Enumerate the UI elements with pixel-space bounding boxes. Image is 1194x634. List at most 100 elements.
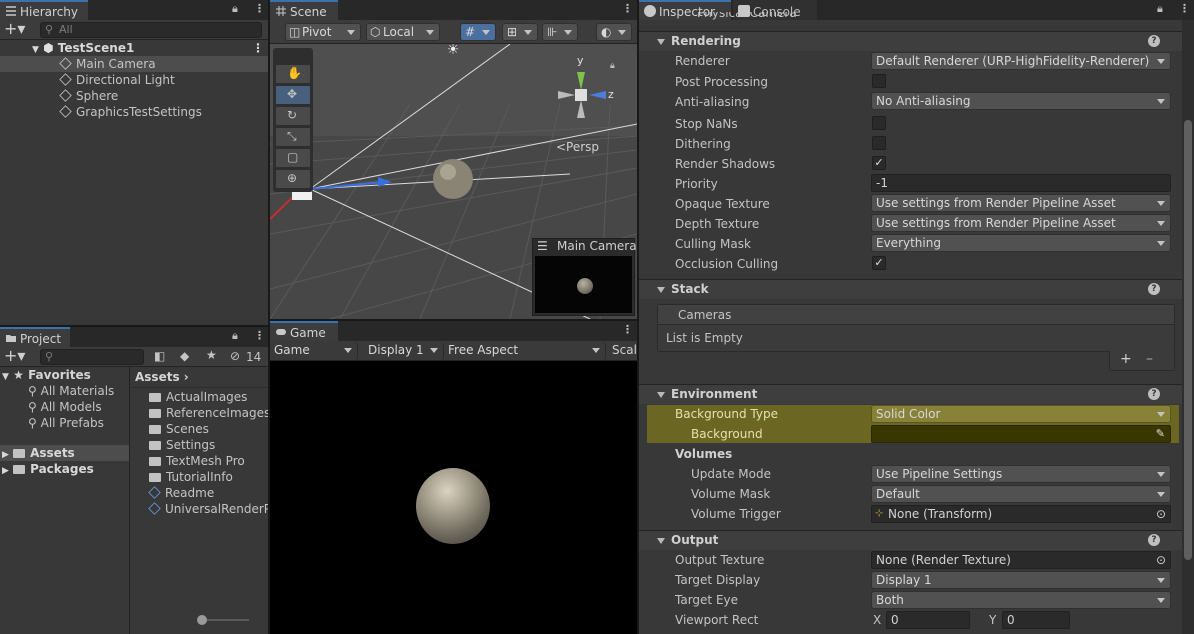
- more-icon[interactable]: ⋮: [622, 323, 633, 336]
- favorites-header[interactable]: ▼ ★ Favorites: [0, 367, 129, 383]
- pivot-dropdown[interactable]: ◫ Pivot: [285, 23, 361, 41]
- depth-texture-dropdown[interactable]: Use settings from Render Pipeline Asset: [871, 214, 1171, 232]
- output-texture-field[interactable]: None (Render Texture) ⊙: [871, 551, 1171, 569]
- lock-icon[interactable]: 🔒︎: [1157, 2, 1163, 16]
- grid-snap-toggle[interactable]: #: [460, 23, 496, 41]
- volume-trigger-field[interactable]: ⊹ None (Transform) ⊙: [871, 505, 1171, 523]
- hierarchy-item-sphere[interactable]: Sphere: [0, 88, 268, 104]
- hierarchy-item-main-camera[interactable]: Main Camera: [0, 56, 268, 72]
- favorite-item[interactable]: ⚲ All Prefabs: [0, 415, 129, 431]
- asset-item[interactable]: Settings: [131, 437, 268, 453]
- foldout-icon[interactable]: ▼: [2, 372, 9, 382]
- section-stack[interactable]: Stack ?: [639, 279, 1182, 299]
- help-icon[interactable]: ?: [1148, 283, 1160, 295]
- stop-nans-checkbox[interactable]: [872, 116, 886, 130]
- anti-aliasing-dropdown[interactable]: No Anti-aliasing: [871, 92, 1171, 110]
- tab-game[interactable]: Game: [270, 321, 338, 341]
- asset-item[interactable]: Scenes: [131, 421, 268, 437]
- persp-label[interactable]: <Persp: [556, 140, 599, 154]
- foldout-icon[interactable]: ▼: [32, 45, 39, 55]
- rect-tool-button[interactable]: ▢: [275, 148, 311, 168]
- favorite-item[interactable]: ⚲ All Models: [0, 399, 129, 415]
- help-icon[interactable]: ?: [1148, 534, 1160, 546]
- asset-item[interactable]: Readme: [131, 485, 268, 501]
- target-eye-dropdown[interactable]: Both: [871, 591, 1171, 609]
- viewport-x-field[interactable]: 0: [886, 611, 970, 629]
- hierarchy-search-input[interactable]: ⚲ All: [40, 22, 262, 38]
- hand-tool-button[interactable]: ✋: [275, 64, 311, 84]
- more-icon[interactable]: ⋮: [254, 329, 265, 342]
- viewport-y-field[interactable]: 0: [1002, 611, 1070, 629]
- asset-item[interactable]: ReferenceImages: [131, 405, 268, 421]
- hidden-icon[interactable]: ⊘: [230, 349, 240, 363]
- drag-handle-icon[interactable]: ☰: [537, 239, 548, 254]
- section-output[interactable]: Output ?: [639, 530, 1182, 550]
- render-shadows-checkbox[interactable]: ✓: [872, 156, 886, 170]
- object-picker-icon[interactable]: ⊙: [1156, 552, 1166, 568]
- post-processing-checkbox[interactable]: [872, 74, 886, 88]
- hierarchy-item-directional-light[interactable]: Directional Light: [0, 72, 268, 88]
- remove-list-item-button[interactable]: –: [1146, 351, 1153, 367]
- section-rendering[interactable]: Rendering ?: [639, 31, 1182, 51]
- scale-label[interactable]: Scal: [612, 343, 637, 357]
- add-icon[interactable]: +▾: [4, 347, 25, 365]
- move-tool-button[interactable]: ✥: [275, 85, 311, 105]
- occlusion-culling-checkbox[interactable]: ✓: [872, 256, 886, 270]
- shading-mode-dropdown[interactable]: ◐: [596, 23, 632, 41]
- add-icon[interactable]: +▾: [4, 20, 25, 38]
- lock-icon[interactable]: 🔒︎: [232, 329, 238, 343]
- more-icon[interactable]: ⋮: [622, 2, 633, 15]
- filter-type-icon[interactable]: ◧: [154, 349, 165, 363]
- asset-item[interactable]: TextMesh Pro: [131, 453, 268, 469]
- asset-item[interactable]: ActualImages: [131, 389, 268, 405]
- more-icon[interactable]: ⋮: [252, 40, 264, 56]
- label-icon[interactable]: ◆: [180, 349, 189, 363]
- object-picker-icon[interactable]: ⊙: [1156, 506, 1166, 522]
- tab-scene[interactable]: Scene: [270, 0, 338, 20]
- transform-tool-button[interactable]: ⊕: [275, 169, 311, 189]
- project-search-input[interactable]: ⚲: [40, 349, 144, 365]
- favorite-item[interactable]: ⚲ All Materials: [0, 383, 129, 399]
- scale-tool-button[interactable]: ⤡: [275, 127, 311, 147]
- eyedropper-icon[interactable]: ✎: [1156, 427, 1165, 440]
- orientation-gizmo[interactable]: y z 🔒︎: [550, 52, 620, 132]
- display-dropdown[interactable]: Display 1: [364, 342, 444, 360]
- update-mode-dropdown[interactable]: Use Pipeline Settings: [871, 465, 1171, 483]
- priority-field[interactable]: -1: [871, 174, 1171, 192]
- breadcrumb[interactable]: Assets ›: [131, 368, 268, 388]
- more-icon[interactable]: ⋮: [254, 2, 265, 15]
- asset-item[interactable]: UniversalRenderP: [131, 501, 268, 517]
- add-list-item-button[interactable]: +: [1120, 351, 1132, 367]
- background-type-dropdown[interactable]: Solid Color: [871, 405, 1171, 423]
- section-environment[interactable]: Environment ?: [639, 384, 1182, 404]
- culling-mask-dropdown[interactable]: Everything: [871, 234, 1171, 252]
- zoom-slider-thumb[interactable]: [197, 615, 207, 625]
- target-display-dropdown[interactable]: Display 1: [871, 571, 1171, 589]
- foldout-icon[interactable]: ▶: [2, 450, 9, 460]
- hierarchy-item-scene[interactable]: ▼ ⬢ TestScene1 ⋮: [0, 40, 268, 56]
- volume-mask-dropdown[interactable]: Default: [871, 485, 1171, 503]
- rotate-tool-button[interactable]: ↻: [275, 106, 311, 126]
- scrollbar-thumb[interactable]: [1184, 120, 1192, 560]
- help-icon[interactable]: ?: [1148, 388, 1160, 400]
- dithering-checkbox[interactable]: [872, 136, 886, 150]
- grid-visibility-toggle[interactable]: ⊞: [502, 23, 538, 41]
- background-color-field[interactable]: ✎: [871, 425, 1171, 443]
- tab-hierarchy[interactable]: Hierarchy: [0, 0, 88, 20]
- hierarchy-item-graphics-test-settings[interactable]: GraphicsTestSettings: [0, 104, 268, 120]
- favorite-icon[interactable]: ★: [206, 348, 217, 362]
- aspect-dropdown[interactable]: Free Aspect: [444, 342, 606, 360]
- game-mode-dropdown[interactable]: Game: [270, 342, 358, 360]
- tree-item-packages[interactable]: ▶ Packages: [0, 461, 129, 477]
- foldout-icon[interactable]: ▶: [2, 466, 9, 476]
- renderer-dropdown[interactable]: Default Renderer (URP-HighFidelity-Rende…: [871, 52, 1171, 70]
- opaque-texture-dropdown[interactable]: Use settings from Render Pipeline Asset: [871, 194, 1171, 212]
- lock-icon[interactable]: 🔒︎: [232, 2, 238, 16]
- help-icon[interactable]: ?: [1148, 35, 1160, 47]
- increment-snap-toggle[interactable]: ⊪: [542, 23, 578, 41]
- local-dropdown[interactable]: ⬡ Local: [366, 23, 440, 41]
- more-icon[interactable]: ⋮: [1179, 2, 1190, 15]
- tree-item-assets[interactable]: ▶ Assets: [0, 445, 129, 461]
- asset-item[interactable]: TutorialInfo: [131, 469, 268, 485]
- tab-project[interactable]: Project: [0, 327, 70, 347]
